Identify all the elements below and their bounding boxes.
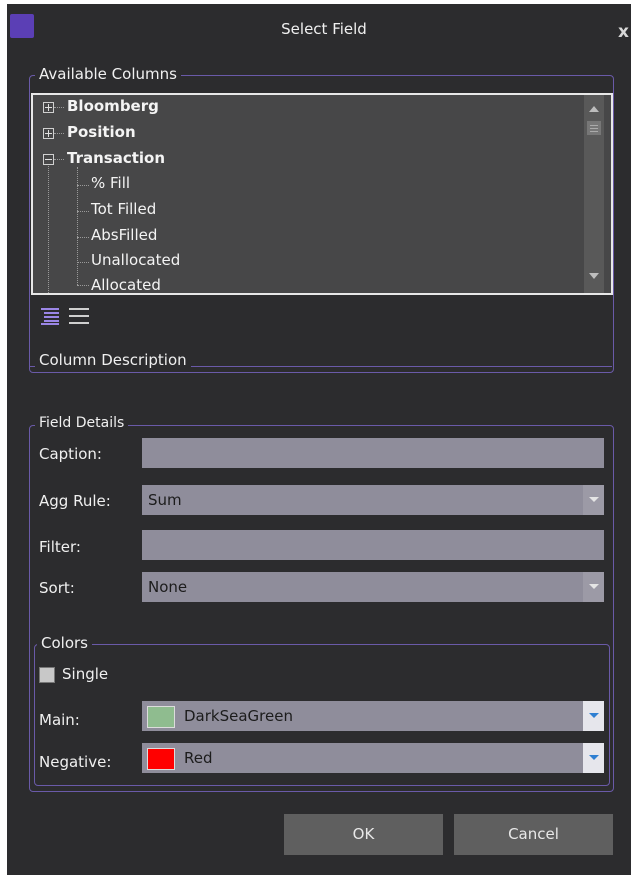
tree-item-tot-filled[interactable]: Tot Filled: [91, 200, 156, 222]
negative-color-value: Red: [184, 749, 213, 767]
main-color-select[interactable]: DarkSeaGreen: [142, 701, 604, 731]
sort-dropdown-icon[interactable]: [583, 572, 604, 602]
negative-color-dropdown-icon[interactable]: [583, 743, 604, 773]
available-columns-legend: Available Columns: [35, 65, 181, 83]
list-indent-icon[interactable]: [41, 307, 61, 325]
expand-position-icon[interactable]: [43, 128, 54, 139]
filter-input[interactable]: [142, 530, 604, 560]
tree-item-position[interactable]: Position: [67, 123, 136, 145]
tree-item-bloomberg[interactable]: Bloomberg: [67, 97, 159, 119]
caption-label: Caption:: [39, 445, 102, 463]
single-label: Single: [62, 665, 109, 683]
scroll-down-icon[interactable]: [589, 273, 599, 279]
sort-select[interactable]: None: [142, 572, 604, 602]
scroll-up-icon[interactable]: [589, 106, 599, 112]
column-tree[interactable]: Bloomberg Position Transaction % Fill To…: [31, 93, 613, 295]
column-description-legend: Column Description: [35, 351, 191, 369]
sort-value: None: [148, 578, 188, 596]
tree-item-transaction[interactable]: Transaction: [67, 149, 165, 171]
agg-rule-label: Agg Rule:: [39, 492, 111, 510]
sort-label: Sort:: [39, 579, 75, 597]
select-field-dialog: Select Field x Available Columns Bloombe…: [7, 4, 631, 875]
caption-input[interactable]: [142, 438, 604, 468]
main-color-swatch: [147, 706, 175, 728]
close-icon[interactable]: x: [618, 22, 629, 42]
ok-button[interactable]: OK: [284, 814, 443, 855]
agg-rule-dropdown-icon[interactable]: [583, 485, 604, 515]
tree-item-allocated[interactable]: Allocated: [91, 276, 161, 293]
tree-item-absfilled[interactable]: AbsFilled: [91, 226, 157, 248]
tree-item-unallocated[interactable]: Unallocated: [91, 251, 180, 273]
main-color-value: DarkSeaGreen: [184, 707, 293, 725]
cancel-button[interactable]: Cancel: [454, 814, 613, 855]
scroll-thumb[interactable]: [587, 121, 601, 135]
main-color-label: Main:: [39, 711, 80, 729]
dialog-title: Select Field: [281, 20, 367, 38]
main-color-dropdown-icon[interactable]: [583, 701, 604, 731]
title-bar: Select Field x: [7, 4, 631, 56]
filter-label: Filter:: [39, 538, 81, 556]
negative-color-swatch: [147, 748, 175, 770]
collapse-transaction-icon[interactable]: [43, 154, 54, 165]
list-flat-icon[interactable]: [69, 307, 89, 325]
negative-color-label: Negative:: [39, 753, 112, 771]
tree-scrollbar[interactable]: [584, 95, 604, 293]
colors-legend: Colors: [37, 634, 92, 652]
single-checkbox[interactable]: [39, 667, 55, 683]
tree-item-fill[interactable]: % Fill: [91, 174, 130, 196]
expand-bloomberg-icon[interactable]: [43, 102, 54, 113]
field-details-legend: Field Details: [35, 415, 129, 431]
negative-color-select[interactable]: Red: [142, 743, 604, 773]
agg-rule-value: Sum: [148, 491, 182, 509]
agg-rule-select[interactable]: Sum: [142, 485, 604, 515]
